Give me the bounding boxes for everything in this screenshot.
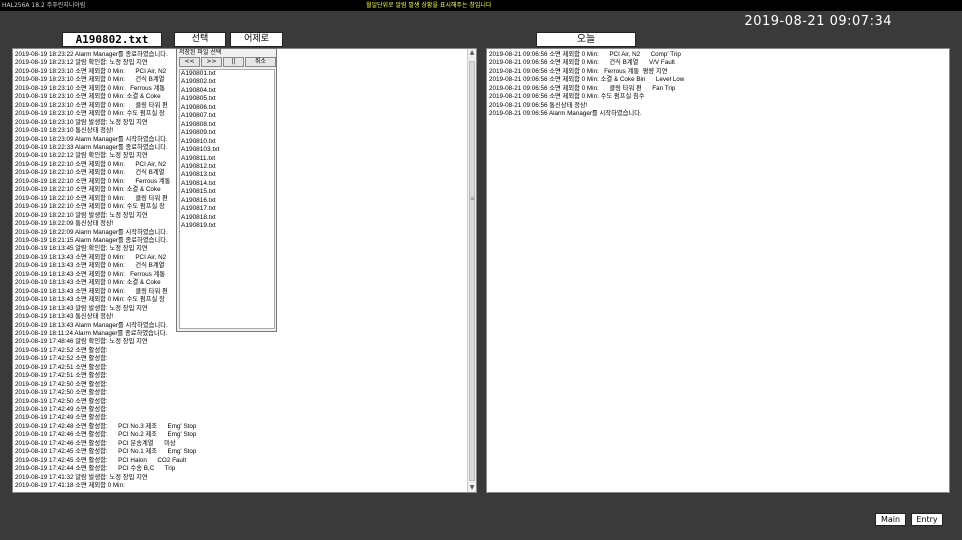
file-list-item[interactable]: A190801.txt	[180, 70, 274, 78]
file-list-item[interactable]: A190819.txt	[180, 222, 274, 230]
log-line: 2019-08-21 09:06:56 소면 제외함 0 Min: 소결 & C…	[489, 76, 685, 84]
log-line: 2019-08-19 17:48:46 알람 확인함: 노정 장입 지연	[15, 338, 148, 346]
current-file-title: A190802.txt	[62, 32, 162, 47]
log-line: 2019-08-19 17:42:46 소면 활성함: PCI No.2 제조 …	[15, 431, 197, 439]
entry-button[interactable]: Entry	[911, 513, 943, 526]
file-list-item[interactable]: A190818.txt	[180, 214, 274, 222]
file-list-item[interactable]: A190805.txt	[180, 95, 274, 103]
file-log-scrollbar[interactable]: ▲ ≡ ▼	[467, 49, 476, 492]
file-list[interactable]: A190801.txt A190802.txt A190804.txt A190805…	[179, 69, 275, 329]
select-file-button[interactable]: 선택	[174, 32, 226, 47]
scroll-down-arrow-icon[interactable]: ▼	[468, 484, 476, 492]
log-line: 2019-08-19 17:41:32 알람 발생함: 노정 장입 지연	[15, 473, 148, 481]
log-line: 2019-08-21 09:06:56 소면 제외함 0 Min: 클링 타워 …	[489, 84, 676, 92]
file-list-item[interactable]: A190802.txt	[180, 78, 274, 86]
app-title: HAL256A 18.2 주푸린지니아림	[2, 2, 86, 9]
marquee-message: 월일단위로 알림 발생 상황을 표시해주는 창입니다	[366, 2, 492, 9]
file-list-item[interactable]: A1908103.txt	[180, 146, 274, 154]
today-title: 오늘	[536, 32, 636, 47]
pause-button[interactable]: ||	[223, 57, 244, 67]
log-line: 2019-08-19 17:42:44 소면 활성함: PCI 수송 B,C T…	[15, 465, 176, 473]
log-line: 2019-08-19 17:42:50 소면 활성함:	[15, 397, 108, 405]
file-list-item[interactable]: A190809.txt	[180, 129, 274, 137]
top-status-bar: HAL256A 18.2 주푸린지니아림 월일단위로 알림 발생 상황을 표시해…	[0, 0, 962, 11]
next-page-button[interactable]: >>	[201, 57, 222, 67]
file-list-item[interactable]: A190807.txt	[180, 112, 274, 120]
file-list-item[interactable]: A190813.txt	[180, 171, 274, 179]
today-log-lines: 2019-08-21 09:06:56 소면 제외함 0 Min: PCI Ai…	[487, 49, 949, 119]
log-line: 2019-08-19 17:42:45 소면 활성함: PCI Halon CO…	[15, 456, 187, 464]
today-log-panel[interactable]: 2019-08-21 09:06:56 소면 제외함 0 Min: PCI Ai…	[486, 48, 950, 493]
log-line: 2019-08-19 17:42:51 소면 활성함:	[15, 372, 108, 380]
log-line: 2019-08-19 17:42:50 소면 활성함:	[15, 380, 108, 388]
log-line: 2019-08-19 17:42:50 소면 활성함:	[15, 389, 108, 397]
log-line: 2019-08-21 09:06:56 Alarm Manager를 시작하였습…	[489, 110, 642, 118]
main-button[interactable]: Main	[875, 513, 906, 526]
file-list-item[interactable]: A190808.txt	[180, 121, 274, 129]
file-popup-title: 저장된 파일 선택	[179, 49, 222, 56]
file-list-item[interactable]: A190811.txt	[180, 155, 274, 163]
file-list-item[interactable]: A190806.txt	[180, 104, 274, 112]
yesterday-button[interactable]: 어제로	[230, 32, 283, 47]
log-line: 2019-08-21 09:06:56 소면 제외함 0 Min: 수도 펌프실…	[489, 93, 645, 101]
log-line: 2019-08-19 17:42:49 소면 활성함:	[15, 414, 108, 422]
file-select-popup[interactable]: 저장된 파일 선택 << >> || 취소 A190801.txt A190802…	[176, 48, 277, 332]
scroll-thumb[interactable]	[469, 61, 475, 481]
file-list-item[interactable]: A190810.txt	[180, 138, 274, 146]
file-list-item[interactable]: A190812.txt	[180, 163, 274, 171]
log-line: 2019-08-19 17:42:52 소면 활성함:	[15, 355, 108, 363]
log-line: 2019-08-21 09:06:56 통신상태 정상!	[489, 101, 588, 109]
prev-page-button[interactable]: <<	[179, 57, 200, 67]
scroll-grip-icon: ≡	[470, 195, 476, 202]
clock-display: 2019-08-21 09:07:34	[744, 14, 892, 29]
log-line: 2019-08-19 17:42:51 소면 활성함:	[15, 363, 108, 371]
file-list-item[interactable]: A190817.txt	[180, 205, 274, 213]
file-list-item[interactable]: A190814.txt	[180, 180, 274, 188]
cancel-button[interactable]: 취소	[245, 57, 276, 67]
log-line: 2019-08-19 17:41:18 소면 제외함 0 Min:	[15, 482, 125, 490]
file-list-item[interactable]: A190804.txt	[180, 87, 274, 95]
log-line: 2019-08-21 09:06:56 소면 제외함 0 Min: 건식 B계열…	[489, 59, 675, 67]
log-line: 2019-08-19 17:42:45 소면 활성함: PCI No.1 제조 …	[15, 448, 197, 456]
file-list-item[interactable]: A190815.txt	[180, 188, 274, 196]
scroll-up-arrow-icon[interactable]: ▲	[468, 49, 476, 57]
file-list-item[interactable]: A190816.txt	[180, 197, 274, 205]
